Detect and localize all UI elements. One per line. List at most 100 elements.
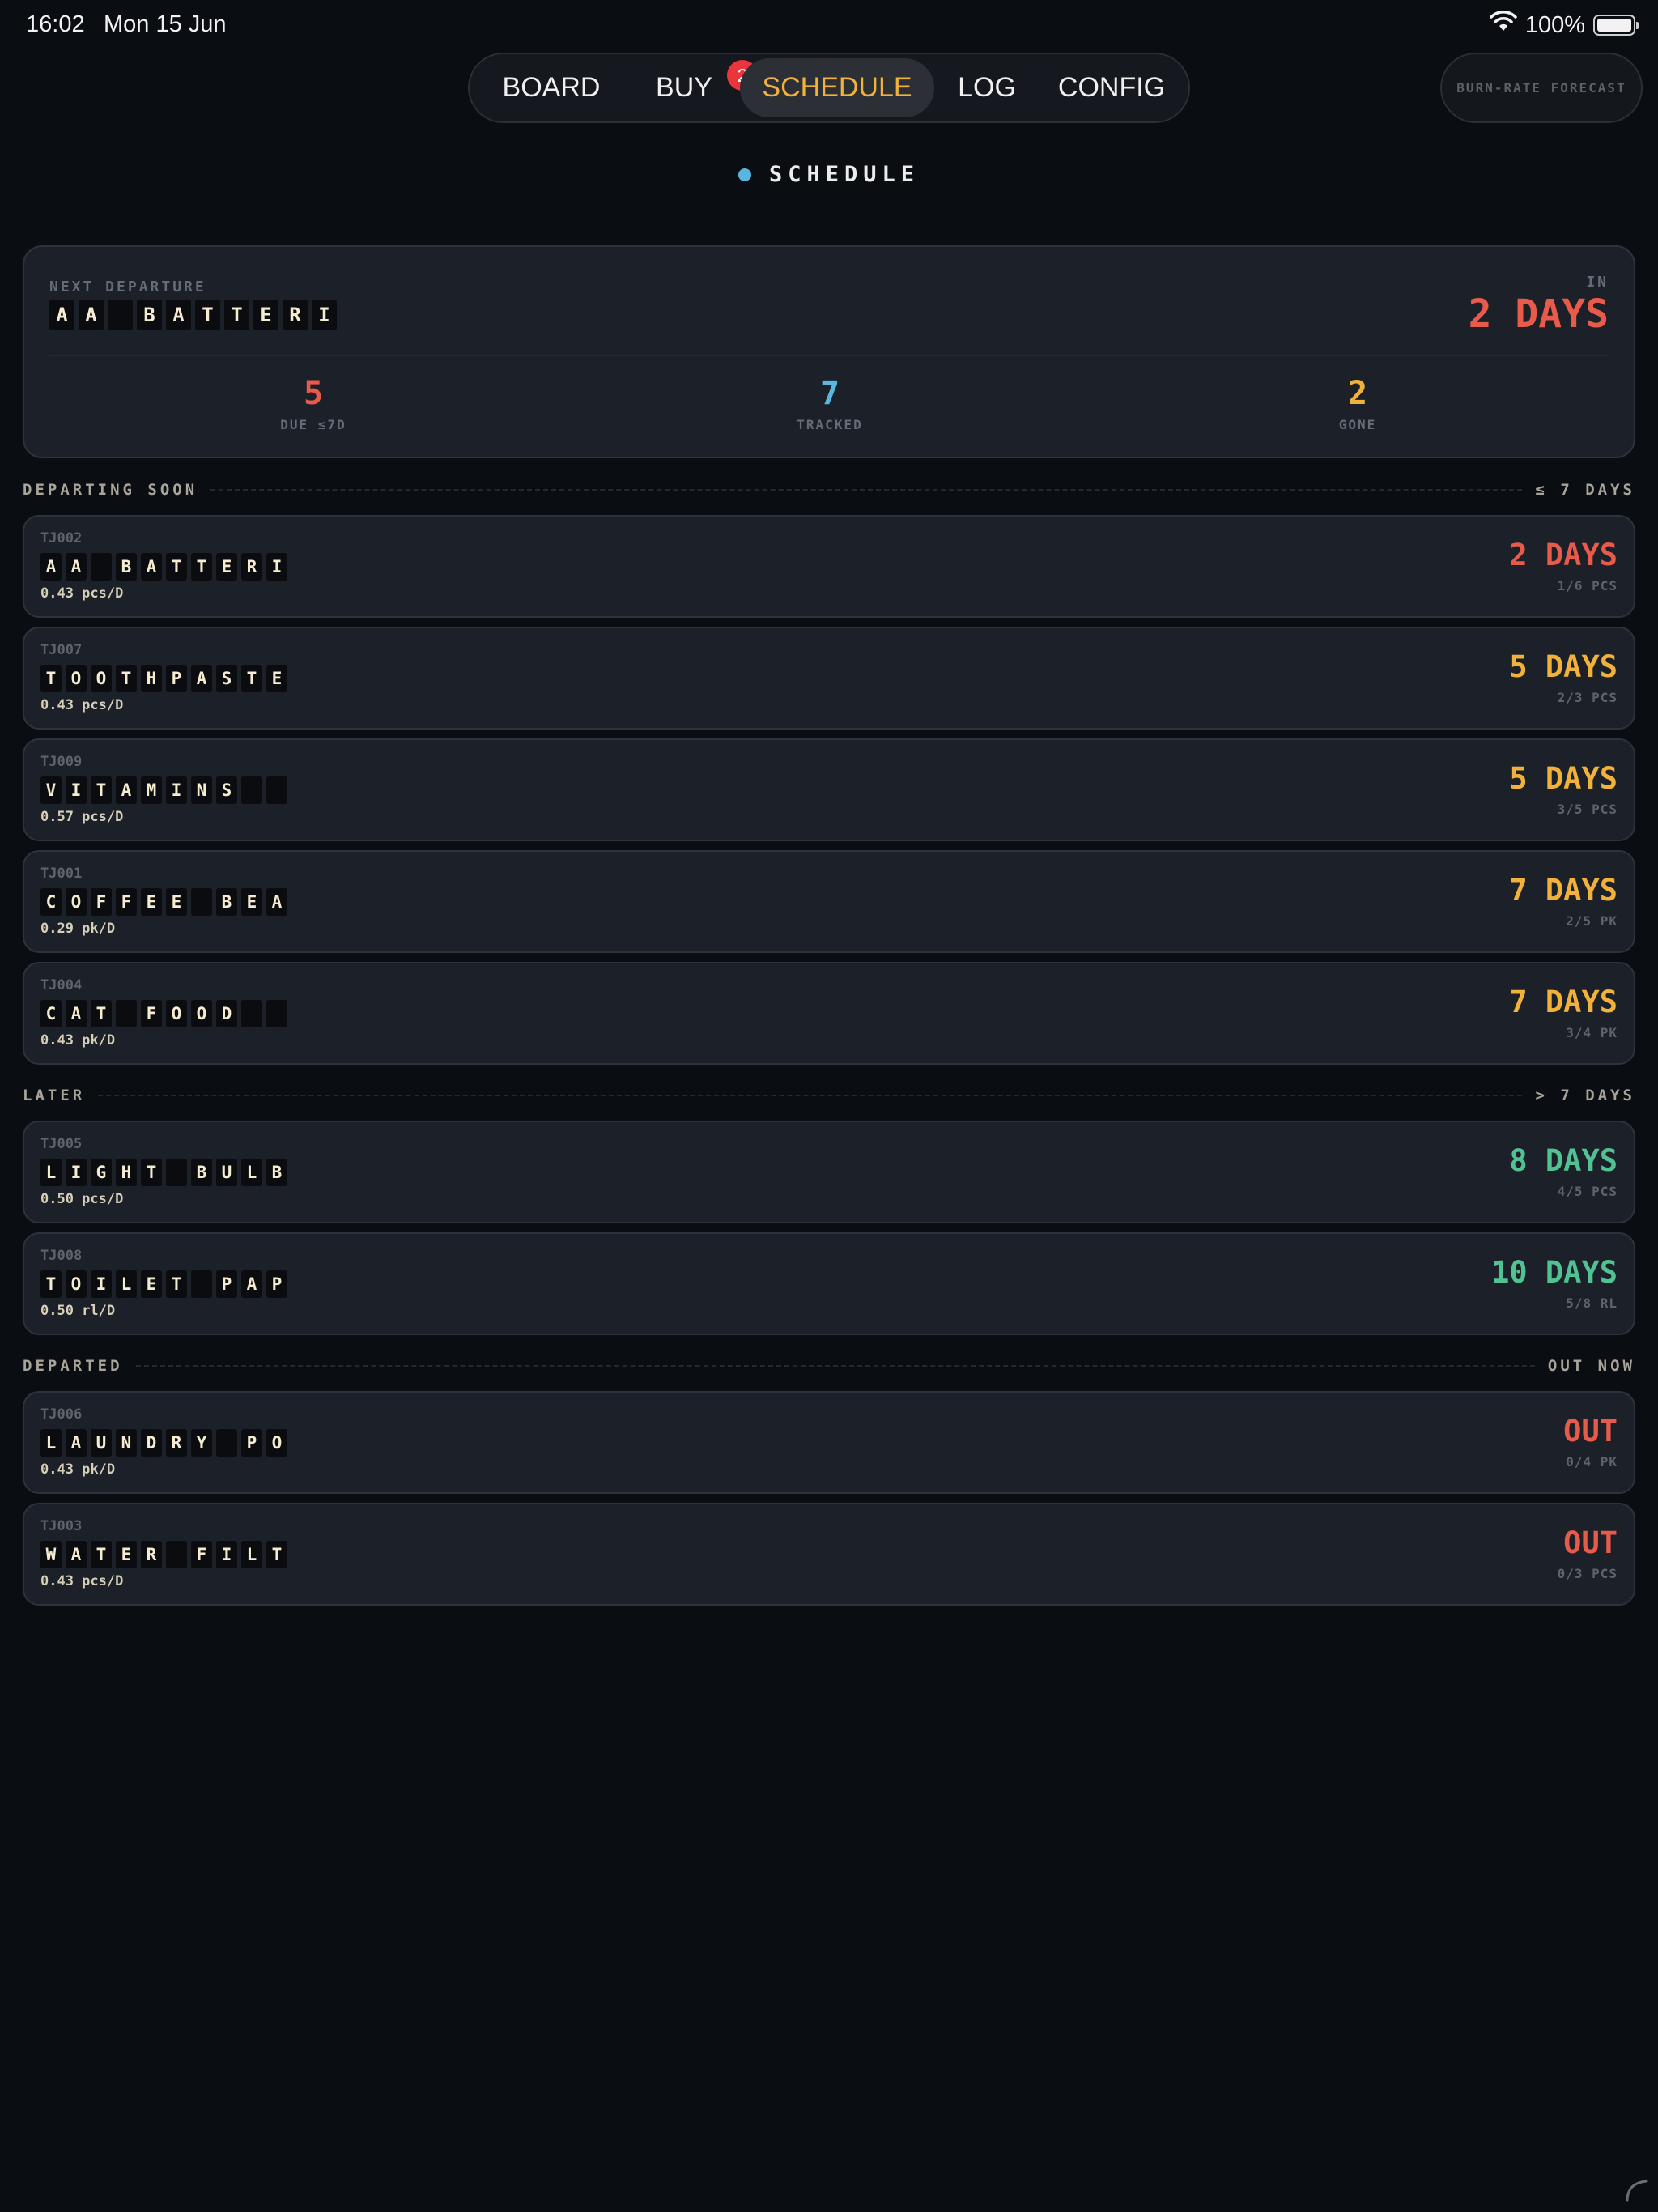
battery-icon [1593, 15, 1639, 36]
battery-percent: 100% [1524, 11, 1585, 38]
schedule-item[interactable]: TJ007 TOOTHPASTE 0.43 pcs/D 5 DAYS 2/3 P… [23, 627, 1635, 730]
flap-cell [108, 300, 133, 330]
flap-cell: T [166, 553, 187, 581]
flap-cell: S [216, 665, 237, 692]
item-rate: 0.50 rl/D [40, 1303, 116, 1319]
next-departure-eta: 2 DAYS [1468, 291, 1609, 337]
flap-cell: G [91, 1159, 112, 1186]
burn-rate-forecast-button[interactable]: BURN-RATE FORECAST [1440, 53, 1643, 123]
schedule-item[interactable]: TJ002 AA BATTERI 0.43 pcs/D 2 DAYS 1/6 P… [23, 515, 1635, 618]
tab-log[interactable]: LOG [934, 58, 1039, 117]
flap-cell: O [91, 665, 112, 692]
item-flapboard: CAT FOOD [40, 1000, 287, 1027]
item-eta: 5 DAYS [1509, 761, 1618, 796]
flap-cell: A [66, 1541, 87, 1568]
flap-cell: I [312, 300, 337, 330]
flap-cell: T [91, 1541, 112, 1568]
flap-cell: C [40, 1000, 62, 1027]
item-flapboard: COFFEE BEA [40, 888, 287, 916]
item-eta: 2 DAYS [1509, 538, 1618, 572]
item-flapboard: TOILET PAP [40, 1270, 287, 1298]
flap-cell: A [40, 553, 62, 581]
dashed-divider [98, 1095, 1523, 1096]
item-flapboard: TOOTHPASTE [40, 665, 287, 692]
flap-cell: T [91, 1000, 112, 1027]
status-dot-icon [738, 168, 751, 181]
flap-cell [116, 1000, 137, 1027]
flap-cell: E [253, 300, 278, 330]
flap-cell: L [40, 1429, 62, 1457]
flap-cell: L [40, 1159, 62, 1186]
item-rate: 0.43 pcs/D [40, 1573, 124, 1589]
flap-cell: R [241, 553, 262, 581]
flap-cell: O [191, 1000, 212, 1027]
flap-cell: V [40, 776, 62, 804]
tab-label: LOG [958, 72, 1016, 103]
flap-cell: P [166, 665, 187, 692]
item-flapboard: VITAMINS [40, 776, 287, 804]
schedule-item[interactable]: TJ004 CAT FOOD 0.43 pk/D 7 DAYS 3/4 PK [23, 962, 1635, 1065]
flap-cell: D [216, 1000, 237, 1027]
stat-due: 5 DUE ≤7D [192, 375, 435, 432]
schedule-item[interactable]: TJ001 COFFEE BEA 0.29 pk/D 7 DAYS 2/5 PK [23, 850, 1635, 953]
page-title-text: SCHEDULE [768, 162, 920, 187]
schedule-item[interactable]: TJ003 WATER FILT 0.43 pcs/D OUT 0/3 PCS [23, 1503, 1635, 1606]
item-rate: 0.43 pk/D [40, 1461, 116, 1478]
flap-cell: F [141, 1000, 162, 1027]
item-eta: 7 DAYS [1509, 873, 1618, 908]
flap-cell: A [191, 665, 212, 692]
flap-cell: I [66, 1159, 87, 1186]
main-nav: BOARD BUY 2 SCHEDULE LOG CONFIG [468, 53, 1190, 123]
flap-cell: A [66, 1429, 87, 1457]
tab-config[interactable]: CONFIG [1039, 58, 1184, 117]
wifi-icon [1490, 11, 1517, 39]
status-indicators: 100% [1490, 11, 1639, 39]
schedule-item[interactable]: TJ008 TOILET PAP 0.50 rl/D 10 DAYS 5/8 R… [23, 1232, 1635, 1335]
tab-label: BUY [656, 72, 712, 103]
next-departure-card: NEXT DEPARTURE AA BATTERI IN 2 DAYS 5 DU… [23, 245, 1635, 458]
flap-cell: N [116, 1429, 137, 1457]
resize-handle-icon[interactable] [1624, 2178, 1648, 2202]
schedule-item[interactable]: TJ006 LAUNDRY PO 0.43 pk/D OUT 0/4 PK [23, 1391, 1635, 1494]
flap-cell: O [166, 1000, 187, 1027]
flap-cell: O [266, 1429, 287, 1457]
item-rate: 0.50 pcs/D [40, 1191, 124, 1207]
schedule-item[interactable]: TJ009 VITAMINS 0.57 pcs/D 5 DAYS 3/5 PCS [23, 738, 1635, 841]
flap-cell: O [66, 665, 87, 692]
flap-cell: B [116, 553, 137, 581]
stat-label: DUE ≤7D [280, 417, 346, 432]
group-range: OUT NOW [1547, 1357, 1635, 1375]
tab-buy[interactable]: BUY 2 [628, 58, 758, 117]
item-rate: 0.29 pk/D [40, 921, 116, 937]
item-eta: OUT [1563, 1525, 1618, 1560]
flap-cell [241, 776, 262, 804]
flap-cell: Y [191, 1429, 212, 1457]
flap-cell [91, 553, 112, 581]
flap-cell: T [266, 1541, 287, 1568]
flap-cell: T [116, 665, 137, 692]
flap-cell: A [141, 553, 162, 581]
flap-cell: P [241, 1429, 262, 1457]
flap-cell: T [224, 300, 249, 330]
group-title: DEPARTING SOON [23, 481, 198, 499]
flap-cell: A [241, 1270, 262, 1298]
flap-cell: M [141, 776, 162, 804]
tab-schedule[interactable]: SCHEDULE [740, 58, 934, 117]
in-label: IN [1586, 274, 1609, 291]
status-time: 16:02 [26, 11, 85, 37]
flap-cell: E [241, 888, 262, 916]
item-code: TJ003 [40, 1518, 83, 1534]
tab-board[interactable]: BOARD [474, 58, 628, 117]
item-rate: 0.43 pcs/D [40, 697, 124, 713]
flap-cell: C [40, 888, 62, 916]
group-departing-soon: DEPARTING SOON ≤ 7 DAYS [23, 478, 1635, 502]
flap-cell: T [241, 665, 262, 692]
next-departure-label: NEXT DEPARTURE [49, 279, 206, 296]
flap-cell: B [191, 1159, 212, 1186]
flap-cell [266, 776, 287, 804]
tab-label: SCHEDULE [762, 72, 912, 103]
flap-cell: T [141, 1159, 162, 1186]
flap-cell: E [141, 1270, 162, 1298]
item-code: TJ002 [40, 530, 83, 547]
schedule-item[interactable]: TJ005 LIGHT BULB 0.50 pcs/D 8 DAYS 4/5 P… [23, 1121, 1635, 1223]
